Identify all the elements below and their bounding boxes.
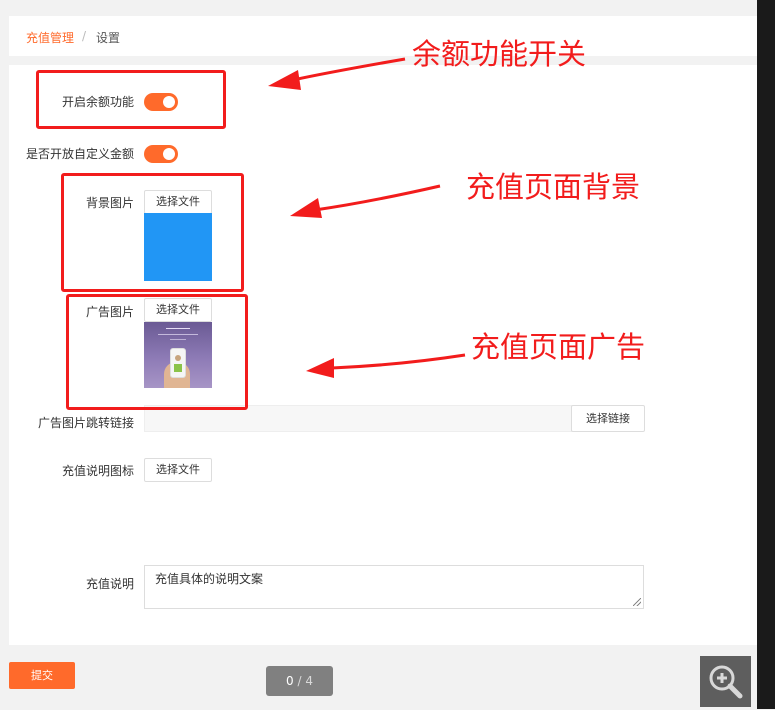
zoom-button[interactable] — [700, 656, 751, 707]
submit-button[interactable]: 提交 — [9, 662, 75, 689]
breadcrumb: 充值管理 / 设置 — [9, 16, 757, 56]
zoom-in-icon — [709, 665, 743, 699]
description-label: 充值说明 — [85, 577, 134, 591]
description-icon-label: 充值说明图标 — [61, 464, 134, 478]
ad-link-label: 广告图片跳转链接 — [37, 416, 134, 430]
annotation-box-ad — [66, 294, 248, 410]
description-text: 充值具体的说明文案 — [155, 572, 264, 586]
page-current: 0 — [286, 674, 294, 688]
page-total: 4 — [305, 674, 313, 688]
resize-grip-icon[interactable] — [633, 598, 641, 606]
description-textarea[interactable]: 充值具体的说明文案 — [144, 565, 644, 609]
window-edge — [757, 0, 775, 709]
annotation-label-balance: 余额功能开关 — [412, 37, 587, 71]
switch-knob — [163, 148, 175, 160]
custom-amount-label: 是否开放自定义金额 — [25, 147, 134, 161]
breadcrumb-home-link[interactable]: 充值管理 — [26, 29, 74, 46]
breadcrumb-separator: / — [82, 29, 87, 43]
icon-choose-file-button[interactable]: 选择文件 — [144, 458, 212, 482]
page-counter: 0 / 4 — [266, 666, 333, 696]
page-separator: / — [297, 674, 302, 688]
annotation-label-ad: 充值页面广告 — [471, 330, 646, 364]
breadcrumb-current: 设置 — [96, 31, 121, 45]
annotation-box-background — [61, 173, 244, 292]
choose-link-button[interactable]: 选择链接 — [571, 405, 645, 432]
annotation-label-background: 充值页面背景 — [466, 170, 641, 204]
custom-amount-switch[interactable] — [144, 145, 178, 163]
annotation-box-balance — [36, 70, 226, 129]
